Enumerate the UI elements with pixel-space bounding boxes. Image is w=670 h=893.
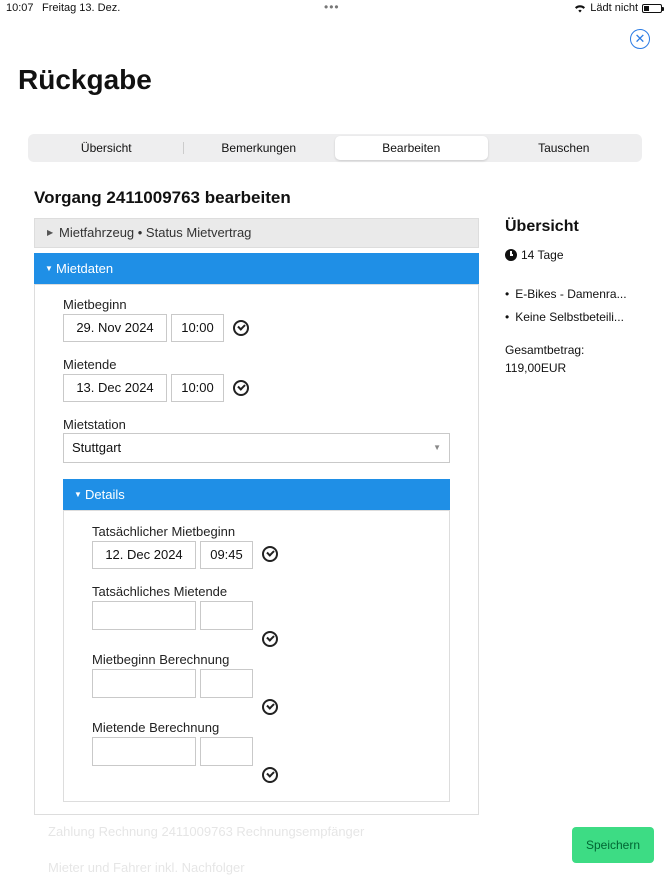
total-label: Gesamtbetrag: xyxy=(505,343,585,357)
list-item: E-Bikes - Damenra... xyxy=(505,287,665,301)
clock-check-icon[interactable] xyxy=(262,546,278,562)
actual-end-time-input[interactable] xyxy=(200,601,253,630)
accordion-tenant-faded[interactable]: Mieter und Fahrer inkl. Nachfolger xyxy=(34,860,479,875)
accordion-payment-faded[interactable]: Zahlung Rechnung 2411009763 Rechnungsemp… xyxy=(34,824,479,839)
actual-end-label: Tatsächliches Mietende xyxy=(92,584,228,599)
tab-tauschen[interactable]: Tauschen xyxy=(488,136,641,160)
chevron-down-icon: ▼ xyxy=(433,443,441,452)
segmented-tabs: Übersicht Bemerkungen Bearbeiten Tausche… xyxy=(28,134,642,162)
tab-uebersicht[interactable]: Übersicht xyxy=(30,136,183,160)
calc-end-time-input[interactable] xyxy=(200,737,253,766)
actual-end-date-input[interactable] xyxy=(92,601,196,630)
accordion-details[interactable]: ▼ Details xyxy=(63,479,450,510)
actual-start-label: Tatsächlicher Mietbeginn xyxy=(92,524,236,539)
accordion-vehicle-status[interactable]: ▶ Mietfahrzeug • Status Mietvertrag xyxy=(34,218,479,248)
tab-bemerkungen[interactable]: Bemerkungen xyxy=(182,136,336,160)
mietende-label: Mietende xyxy=(63,357,117,372)
clock-check-icon[interactable] xyxy=(233,320,249,336)
calc-start-time-input[interactable] xyxy=(200,669,253,698)
mietbeginn-time-input[interactable]: 10:00 xyxy=(171,314,224,342)
accordion-vehicle-label: Mietfahrzeug • Status Mietvertrag xyxy=(59,225,252,240)
battery-status-text: Lädt nicht xyxy=(590,2,638,14)
calc-start-date-input[interactable] xyxy=(92,669,196,698)
total-value: 119,00EUR xyxy=(505,361,567,375)
calc-start-label: Mietbeginn Berechnung xyxy=(92,652,230,667)
clock-check-icon[interactable] xyxy=(262,699,278,715)
actual-start-date-input[interactable]: 12. Dec 2024 xyxy=(92,541,196,569)
mietende-date-input[interactable]: 13. Dec 2024 xyxy=(63,374,167,402)
tab-bearbeiten[interactable]: Bearbeiten xyxy=(335,136,488,160)
sidebar-title: Übersicht xyxy=(505,218,579,235)
wifi-icon xyxy=(575,4,586,12)
status-right: Lädt nicht xyxy=(574,2,664,14)
rental-duration: 14 Tage xyxy=(505,248,564,262)
caret-down-icon: ▼ xyxy=(45,264,53,273)
caret-right-icon: ▶ xyxy=(47,228,54,237)
accordion-details-label: Details xyxy=(85,487,125,502)
battery-icon xyxy=(642,3,664,13)
status-bar: 10:07 Freitag 13. Dez. ••• Lädt nicht xyxy=(0,0,670,18)
actual-start-time-input[interactable]: 09:45 xyxy=(200,541,253,569)
clock-check-icon[interactable] xyxy=(233,380,249,396)
clock-check-icon[interactable] xyxy=(262,767,278,783)
mietbeginn-label: Mietbeginn xyxy=(63,297,127,312)
mietstation-select[interactable]: Stuttgart ▼ xyxy=(63,433,450,463)
mietbeginn-date-input[interactable]: 29. Nov 2024 xyxy=(63,314,167,342)
mietstation-label: Mietstation xyxy=(63,417,126,432)
sidebar-item-list: E-Bikes - Damenra... Keine Selbstbeteili… xyxy=(505,287,665,333)
save-button[interactable]: Speichern xyxy=(572,827,654,863)
rental-duration-text: 14 Tage xyxy=(521,248,564,262)
list-item: Keine Selbstbeteili... xyxy=(505,310,665,324)
page-title: Rückgabe xyxy=(18,64,152,95)
status-time: 10:07 xyxy=(6,2,34,14)
accordion-rental-data[interactable]: ▼ Mietdaten xyxy=(34,253,479,284)
calc-end-date-input[interactable] xyxy=(92,737,196,766)
mietstation-value: Stuttgart xyxy=(72,440,122,455)
clock-check-icon[interactable] xyxy=(262,631,278,647)
caret-down-icon: ▼ xyxy=(74,490,82,499)
multitasking-dots-icon[interactable]: ••• xyxy=(324,0,340,14)
accordion-rental-label: Mietdaten xyxy=(56,261,114,276)
mietende-time-input[interactable]: 10:00 xyxy=(171,374,224,402)
clock-icon xyxy=(505,249,517,261)
form-heading: Vorgang 2411009763 bearbeiten xyxy=(34,188,291,207)
status-date: Freitag 13. Dez. xyxy=(42,2,121,14)
calc-end-label: Mietende Berechnung xyxy=(92,720,220,735)
close-icon[interactable]: ✕ xyxy=(630,29,650,49)
